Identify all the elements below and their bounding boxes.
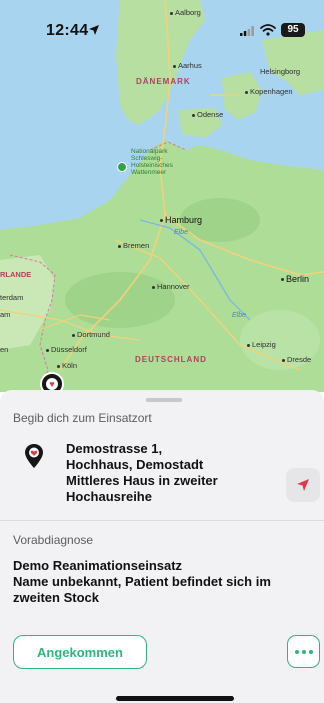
navigate-button[interactable]: [286, 468, 320, 502]
map-label-koln: Köln: [57, 362, 77, 370]
map-label-en: en: [0, 345, 9, 354]
address-line: Mittleres Haus in zweiter: [66, 473, 218, 488]
diagnosis-line: zweiten Stock: [13, 590, 99, 605]
diagnosis-line: Demo Reanimationseinsatz: [13, 558, 183, 573]
navigation-arrow-icon: [297, 479, 309, 491]
map-pin-heart-icon: [25, 444, 43, 468]
map-label-am: am: [0, 310, 11, 319]
more-dots-icon: [294, 649, 313, 654]
section-divider: [0, 520, 324, 521]
address-line: Demostrasse 1,: [66, 441, 163, 456]
map-label-leipzig: Leipzig: [247, 341, 276, 349]
map-label-elbe-north: Elbe: [174, 229, 189, 236]
home-indicator[interactable]: [116, 696, 234, 701]
diagnosis-text: Demo Reanimationseinsatz Name unbekannt,…: [13, 558, 318, 606]
map-label-hamburg: Hamburg: [160, 216, 202, 225]
address-line: Hochhaus, Demostadt: [66, 457, 204, 472]
map-label-odense: Odense: [192, 111, 223, 119]
map-label-aarhus: Aarhus: [173, 62, 202, 70]
nationalpark-pin-icon[interactable]: [117, 162, 127, 172]
map-label-helsingborg: Helsingborg: [260, 67, 301, 76]
more-options-button[interactable]: [287, 635, 320, 668]
map-label-dresden: Dresde: [282, 356, 311, 364]
destination-label: Begib dich zum Einsatzort: [13, 411, 152, 425]
battery-indicator: 95: [281, 23, 305, 37]
map-label-dortmund: Dortmund: [72, 331, 110, 339]
map-label-amsterdam: terdam: [0, 293, 24, 302]
wifi-icon: [260, 24, 276, 36]
diagnosis-line: Name unbekannt, Patient befindet sich im: [13, 574, 271, 589]
cellular-signal-icon: [240, 26, 254, 36]
map-label-elbe-south: Elbe: [232, 312, 247, 319]
map-label-aalborg: Aalborg: [170, 9, 201, 17]
mission-sheet: Begib dich zum Einsatzort Demostrasse 1,…: [0, 390, 324, 703]
map-label-kopenhagen: Kopenhagen: [245, 88, 293, 96]
map-label-bremen: Bremen: [118, 242, 149, 250]
sheet-grabber[interactable]: [146, 398, 182, 402]
emergency-location-pin-icon[interactable]: ♥: [40, 372, 64, 392]
location-arrow-icon: [89, 25, 99, 35]
destination-address: Demostrasse 1, Hochhaus, Demostadt Mittl…: [66, 441, 276, 505]
map-label-berlin: Berlin: [281, 275, 309, 284]
diagnosis-label: Vorabdiagnose: [13, 533, 94, 547]
map-label-nederlande: RLANDE: [0, 270, 32, 279]
arrived-button[interactable]: Angekommen: [13, 635, 147, 669]
status-bar: 12:44 95: [0, 18, 324, 42]
map-label-danemark: DÄNEMARK: [136, 77, 191, 86]
map-background: [0, 0, 324, 392]
map-label-dusseldorf: Düsseldorf: [46, 346, 87, 354]
map-view[interactable]: Aalborg Aarhus DÄNEMARK Helsingborg Kope…: [0, 0, 324, 392]
map-label-hannover: Hannover: [152, 283, 190, 291]
heart-icon: ♥: [46, 378, 58, 390]
map-label-deutschland: DEUTSCHLAND: [135, 355, 207, 364]
status-time: 12:44: [46, 22, 89, 39]
address-line: Hochausreihe: [66, 489, 152, 504]
map-label-nationalpark: Nationalpark Schleswig-Holsteinisches Wa…: [131, 148, 173, 177]
